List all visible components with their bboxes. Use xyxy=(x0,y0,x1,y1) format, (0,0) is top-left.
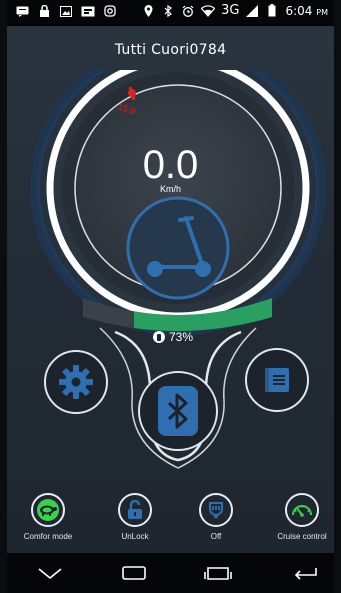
comfort-mode-label: Comfor mode xyxy=(23,532,73,541)
battery-percent: 73% xyxy=(169,330,194,344)
home-icon xyxy=(122,566,146,580)
gear-icon xyxy=(59,365,93,399)
battery-level-icon xyxy=(153,331,165,343)
nav-collapse-button[interactable] xyxy=(35,561,65,585)
back-icon xyxy=(294,568,317,580)
headlight-icon xyxy=(209,502,223,518)
unlock-icon xyxy=(128,500,142,519)
battery-indicator: 73% xyxy=(153,330,193,344)
lock-icon xyxy=(37,4,51,18)
book-icon xyxy=(265,368,289,392)
chevron-down-icon xyxy=(38,568,62,580)
nav-recents-button[interactable] xyxy=(203,561,233,585)
status-left-icons xyxy=(15,4,117,18)
nav-back-button[interactable] xyxy=(290,561,320,585)
scooter-emblem xyxy=(126,196,230,300)
instagram-icon xyxy=(103,4,117,18)
bluetooth-icon xyxy=(161,4,175,18)
cruise-control-button[interactable]: Cruise control xyxy=(262,493,341,541)
navigation-bar xyxy=(7,553,334,593)
status-right-icons: 3G 6:04 PM xyxy=(141,3,328,18)
device-title: Tutti Cuori0784 xyxy=(114,42,227,58)
bluetooth-icon xyxy=(167,393,188,429)
media-icon xyxy=(81,4,95,18)
wifi-icon xyxy=(201,4,216,18)
signal-icon xyxy=(245,4,259,18)
app-screen: 3G 6:04 PM Tutti Cuori0784 15.0 0.0 Km/h… xyxy=(0,0,341,593)
bluetooth-button[interactable] xyxy=(138,371,218,451)
nav-home-button[interactable] xyxy=(119,561,149,585)
unlock-toggle[interactable] xyxy=(118,493,152,527)
info-button[interactable] xyxy=(245,348,309,412)
headlight-button[interactable]: Off xyxy=(176,493,256,541)
speed-limit-dot xyxy=(128,89,136,97)
turtle-icon xyxy=(37,499,59,521)
sms-icon xyxy=(15,4,29,18)
clock-time: 6:04 xyxy=(285,3,313,18)
clock-ampm: PM xyxy=(316,7,328,17)
speed-unit: Km/h xyxy=(159,184,181,194)
comfort-mode-toggle[interactable] xyxy=(31,493,65,527)
location-icon xyxy=(141,4,155,18)
cruise-control-toggle[interactable] xyxy=(285,493,319,527)
headlight-label: Off xyxy=(210,532,222,541)
speedometer-icon xyxy=(292,505,312,517)
alarm-icon xyxy=(181,4,195,18)
battery-icon xyxy=(265,4,279,18)
speed-value: 0.0 xyxy=(142,143,199,187)
unlock-label: UnLock xyxy=(121,532,149,541)
image-icon xyxy=(59,4,73,18)
recents-icon xyxy=(204,567,232,580)
unlock-button[interactable]: UnLock xyxy=(95,493,175,541)
headlight-toggle[interactable] xyxy=(199,493,233,527)
clock: 6:04 PM xyxy=(285,4,328,18)
bluetooth-badge xyxy=(158,386,198,436)
cruise-control-label: Cruise control xyxy=(277,532,327,541)
comfort-mode-button[interactable]: Comfor mode xyxy=(8,493,88,541)
network-type: 3G xyxy=(221,3,240,18)
status-bar: 3G 6:04 PM xyxy=(7,0,334,26)
settings-button[interactable] xyxy=(44,350,108,414)
